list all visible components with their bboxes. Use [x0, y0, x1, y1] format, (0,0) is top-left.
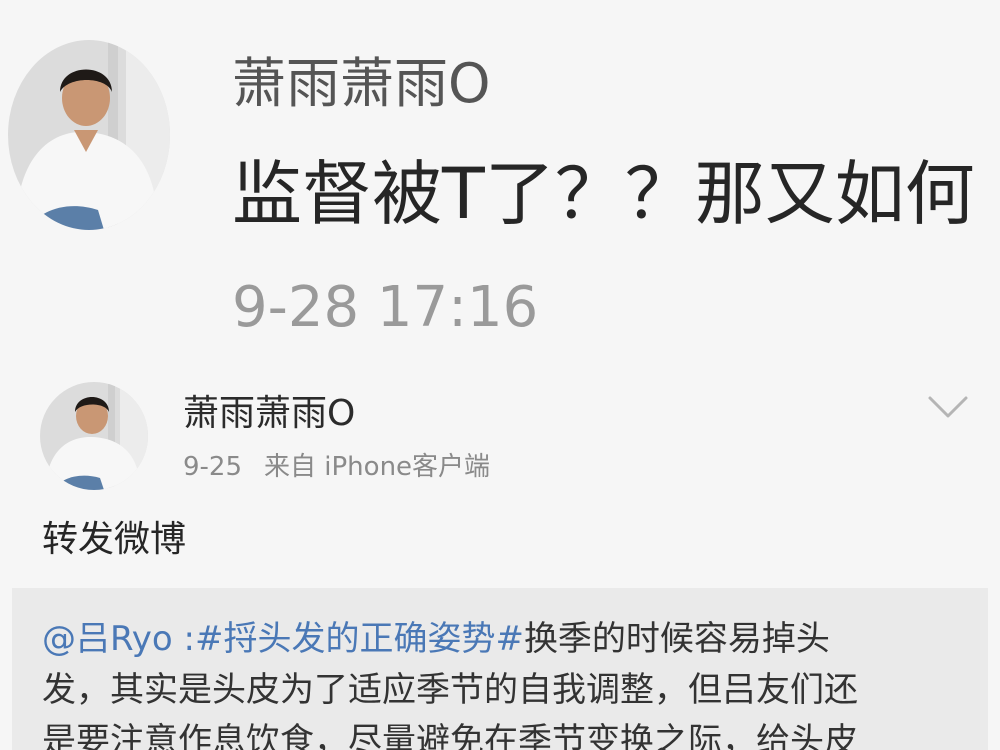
quoted-post-text: @吕Ryo :#捋头发的正确姿势#换季的时候容易掉头 发，其实是头皮为了适应季节… — [42, 614, 972, 750]
mention-colon: : — [172, 619, 195, 659]
quoted-line-3: 是要注意作息饮食，尽量避免在季节变换之际，给头皮 — [42, 721, 858, 750]
avatar[interactable] — [8, 40, 170, 230]
post-author-name[interactable]: 萧雨萧雨O — [183, 392, 355, 436]
mention-link[interactable]: @吕Ryo — [42, 619, 173, 659]
chevron-down-icon[interactable] — [926, 392, 970, 422]
comment-item: 萧雨萧雨O 监督被T了？？那又如何 9-28 17:16 — [0, 0, 1000, 360]
quoted-line-1-text: 换季的时候容易掉头 — [523, 619, 830, 659]
avatar-photo — [40, 382, 148, 490]
quoted-post[interactable]: @吕Ryo :#捋头发的正确姿势#换季的时候容易掉头 发，其实是头皮为了适应季节… — [12, 588, 988, 750]
post-author-avatar[interactable] — [40, 382, 148, 490]
quoted-line-2: 发，其实是头皮为了适应季节的自我调整，但吕友们还 — [42, 670, 858, 710]
post-date: 9-25 — [183, 452, 243, 482]
quoted-line-1: @吕Ryo :#捋头发的正确姿势#换季的时候容易掉头 — [42, 614, 972, 665]
post-source[interactable]: 来自 iPhone客户端 — [264, 452, 490, 482]
comment-author-name[interactable]: 萧雨萧雨O — [232, 52, 491, 116]
comment-text: 监督被T了？？那又如何 — [232, 153, 975, 235]
avatar-photo — [8, 40, 170, 230]
hashtag-link[interactable]: #捋头发的正确姿势# — [195, 619, 524, 659]
post-body-text: 转发微博 — [42, 519, 187, 560]
comment-timestamp: 9-28 17:16 — [232, 275, 539, 340]
post-meta: 9-25 来自 iPhone客户端 — [183, 450, 490, 484]
